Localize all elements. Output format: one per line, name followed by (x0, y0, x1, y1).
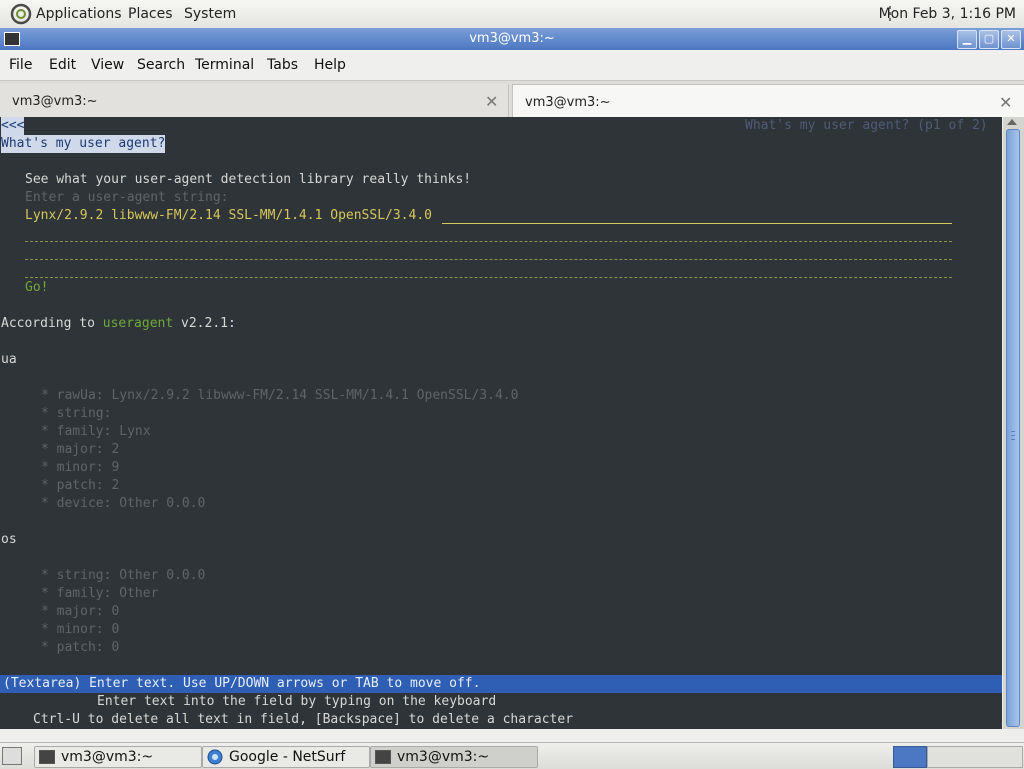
useragent-input[interactable]: Lynx/2.9.2 libwww-FM/2.14 SSL-MM/1.4.1 O… (25, 207, 432, 225)
menu-terminal[interactable]: Terminal (195, 57, 254, 73)
menu-search[interactable]: Search (137, 57, 185, 73)
window-title: vm3@vm3:~ (469, 31, 555, 46)
workspace-switcher-active[interactable] (893, 746, 927, 768)
taskbar-item-label: vm3@vm3:~ (61, 749, 154, 765)
help-line-1: Enter text into the field by typing on t… (97, 694, 497, 709)
menu-view[interactable]: View (91, 57, 124, 73)
ua-item: * rawUa: Lynx/2.9.2 libwww-FM/2.14 SSL-M… (41, 388, 519, 403)
tab-bar: vm3@vm3:~ ✕ vm3@vm3:~ ✕ (0, 80, 1024, 119)
textarea-line-3[interactable] (25, 259, 952, 260)
menu-file[interactable]: File (9, 57, 32, 73)
maximize-button[interactable]: ▢ (979, 30, 999, 49)
show-desktop-icon[interactable] (2, 747, 22, 765)
ua-item: * string: (41, 406, 112, 421)
applications-logo-icon[interactable] (10, 3, 32, 25)
ua-item: * family: Lynx (41, 424, 151, 439)
scroll-thumb[interactable] (1006, 129, 1020, 727)
input-underline (442, 223, 952, 224)
taskbar-item-label: vm3@vm3:~ (397, 749, 490, 765)
top-panel: Applications Places System Mon Feb 3, 1:… (0, 0, 1024, 29)
ua-item: * major: 2 (41, 442, 120, 457)
ua-heading: ua (1, 352, 17, 367)
according-prefix: According to (1, 316, 103, 331)
go-button[interactable]: Go! (25, 279, 48, 297)
os-item: * major: 0 (41, 604, 120, 619)
taskbar-item-terminal-2[interactable]: vm3@vm3:~ (370, 746, 538, 768)
according-line: According to useragent v2.2.1: (1, 315, 236, 333)
system-menu[interactable]: System (184, 6, 236, 22)
terminal-screen[interactable]: <<< What's my user agent? (p1 of 2) What… (0, 117, 1002, 729)
window-titlebar[interactable]: vm3@vm3:~ ▁ ▢ ✕ (0, 28, 1024, 50)
os-item: * family: Other (41, 586, 159, 601)
intro-text: See what your user-agent detection libra… (25, 172, 472, 187)
tab-1-close-icon[interactable]: ✕ (485, 92, 498, 111)
page-info: What's my user agent? (p1 of 2) (745, 118, 988, 133)
close-button[interactable]: ✕ (1001, 30, 1021, 49)
useragent-link[interactable]: useragent (103, 316, 173, 331)
places-menu[interactable]: Places (128, 6, 173, 22)
help-line-2: Ctrl-U to delete all text in field, [Bac… (33, 712, 574, 727)
minimize-button[interactable]: ▁ (957, 30, 977, 49)
textarea-line-4[interactable] (25, 277, 952, 278)
tab-1-label: vm3@vm3:~ (12, 94, 98, 109)
field-label: Enter a user-agent string: (25, 190, 229, 205)
menu-edit[interactable]: Edit (49, 57, 76, 73)
ua-item: * patch: 2 (41, 478, 120, 493)
vertical-scrollbar[interactable] (1003, 117, 1024, 729)
taskbar-item-label: Google - NetSurf (229, 749, 346, 765)
netsurf-globe-icon (207, 749, 223, 765)
workspace-switcher[interactable] (927, 746, 1023, 768)
scroll-grip-icon (1011, 431, 1015, 440)
lynx-status-bar: (Textarea) Enter text. Use UP/DOWN arrow… (0, 675, 1002, 693)
terminal-icon (39, 750, 55, 764)
os-item: * string: Other 0.0.0 (41, 568, 206, 583)
scroll-up-arrow-icon[interactable] (1007, 119, 1017, 125)
os-item: * patch: 0 (41, 640, 120, 655)
tab-2-close-icon[interactable]: ✕ (999, 93, 1012, 112)
bottom-panel: vm3@vm3:~ Google - NetSurf vm3@vm3:~ (0, 742, 1024, 769)
os-item: * minor: 0 (41, 622, 120, 637)
back-link[interactable]: <<< (1, 117, 25, 135)
tab-2[interactable]: vm3@vm3:~ ✕ (512, 84, 1024, 119)
according-suffix: v2.2.1: (173, 316, 236, 331)
status-line: (Textarea) Enter text. Use UP/DOWN arrow… (3, 676, 481, 691)
taskbar-item-netsurf[interactable]: Google - NetSurf (202, 746, 370, 768)
clock[interactable]: Mon Feb 3, 1:16 PM (879, 6, 1016, 22)
ua-item: * minor: 9 (41, 460, 120, 475)
applications-menu[interactable]: Applications (36, 6, 122, 22)
menu-help[interactable]: Help (314, 57, 346, 73)
textarea-line-2[interactable] (25, 241, 952, 242)
menubar: File Edit View Search Terminal Tabs Help (0, 51, 1024, 79)
terminal-icon (375, 750, 391, 764)
os-heading: os (1, 532, 17, 547)
menu-tabs[interactable]: Tabs (267, 57, 298, 73)
ua-item: * device: Other 0.0.0 (41, 496, 206, 511)
taskbar-item-terminal-1[interactable]: vm3@vm3:~ (34, 746, 202, 768)
tab-2-label: vm3@vm3:~ (525, 95, 611, 110)
tab-1[interactable]: vm3@vm3:~ ✕ (0, 84, 509, 118)
page-heading[interactable]: What's my user agent? (1, 135, 166, 153)
